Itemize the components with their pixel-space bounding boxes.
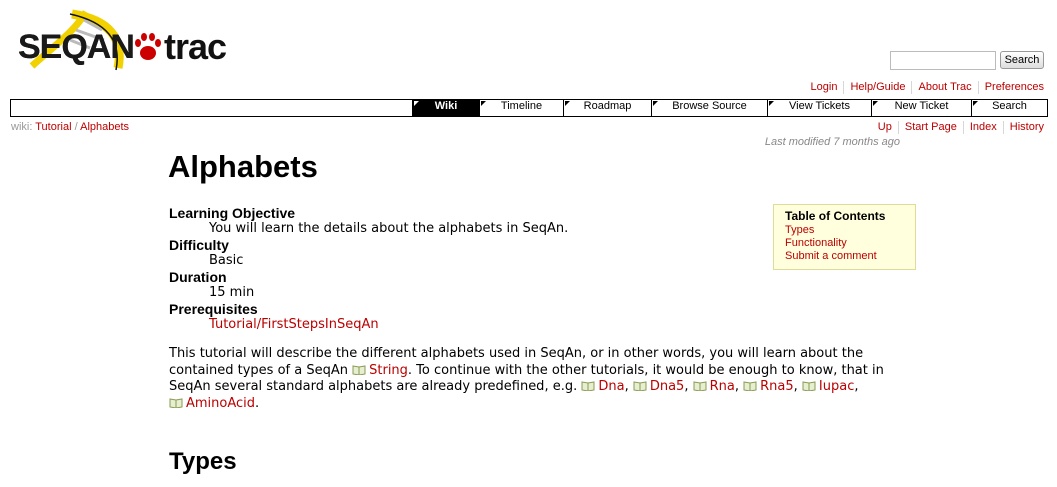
logo-trac-text: trac xyxy=(164,26,227,67)
book-icon xyxy=(633,381,647,391)
book-icon xyxy=(802,381,816,391)
string-doc-link-label: String xyxy=(369,362,408,378)
book-icon xyxy=(743,381,757,391)
term-learning-objective: Learning Objective xyxy=(169,205,296,221)
breadcrumb-prefix: wiki: xyxy=(11,121,33,133)
seqan-trac-logo[interactable]: SEQAN trac xyxy=(14,8,228,76)
context-nav: Up Start Page Index History xyxy=(872,121,1044,134)
desc-duration: 15 min xyxy=(209,285,255,300)
book-icon xyxy=(352,364,366,375)
rna5-doc-link[interactable]: Rna5 xyxy=(743,379,794,394)
intro-paragraph: This tutorial will describe the differen… xyxy=(169,346,904,412)
aminoacid-doc-link[interactable]: AminoAcid xyxy=(169,396,255,411)
login-link[interactable]: Login xyxy=(805,81,844,94)
rna5-doc-link-label: Rna5 xyxy=(760,379,794,394)
term-difficulty: Difficulty xyxy=(169,237,229,253)
rna-doc-link[interactable]: Rna xyxy=(693,379,735,394)
help-guide-link[interactable]: Help/Guide xyxy=(843,81,911,94)
toc-item-types[interactable]: Types xyxy=(785,224,915,237)
page-title: Alphabets xyxy=(168,149,318,184)
index-link[interactable]: Index xyxy=(962,121,1003,134)
iupac-doc-link-label: Iupac xyxy=(818,379,855,394)
breadcrumb: wiki: Tutorial / Alphabets xyxy=(11,121,129,133)
dna-doc-link[interactable]: Dna xyxy=(581,379,625,394)
start-page-link[interactable]: Start Page xyxy=(897,121,963,134)
book-icon xyxy=(169,397,183,408)
book-icon xyxy=(693,381,707,391)
list-separator: , xyxy=(854,379,859,394)
tab-browse-source[interactable]: Browse Source xyxy=(651,100,767,116)
tab-wiki[interactable]: Wiki xyxy=(412,100,479,116)
string-doc-link[interactable]: String xyxy=(352,363,408,378)
last-modified: Last modified 7 months ago xyxy=(764,136,900,148)
main-nav: Wiki Timeline Roadmap Browse Source View… xyxy=(10,99,1048,117)
search-input[interactable] xyxy=(890,51,996,70)
iupac-doc-link[interactable]: Iupac xyxy=(802,379,854,394)
list-separator: , xyxy=(624,379,633,394)
prerequisite-link[interactable]: Tutorial/FirstStepsInSeqAn xyxy=(209,317,379,332)
toc-title: Table of Contents xyxy=(785,209,886,223)
objective-list: Learning Objective You will learn the de… xyxy=(169,205,568,333)
desc-difficulty: Basic xyxy=(209,253,244,268)
table-of-contents: Table of Contents Types Functionality Su… xyxy=(773,204,916,270)
intro-end: . xyxy=(255,395,260,411)
toc-item-submit-comment[interactable]: Submit a comment xyxy=(785,250,915,263)
breadcrumb-separator: / xyxy=(74,121,78,133)
preferences-link[interactable]: Preferences xyxy=(977,81,1044,94)
breadcrumb-tutorial-link[interactable]: Tutorial xyxy=(35,121,71,133)
about-trac-link[interactable]: About Trac xyxy=(911,81,977,94)
list-separator: , xyxy=(793,379,802,394)
dna5-doc-link[interactable]: Dna5 xyxy=(633,379,685,394)
dna-doc-link-label: Dna xyxy=(598,379,625,394)
list-separator: , xyxy=(684,379,693,394)
desc-learning-objective: You will learn the details about the alp… xyxy=(209,221,569,236)
tab-view-tickets[interactable]: View Tickets xyxy=(767,100,871,116)
term-prerequisites: Prerequisites xyxy=(169,301,258,317)
history-link[interactable]: History xyxy=(1002,121,1044,134)
meta-nav: Login Help/Guide About Trac Preferences xyxy=(805,81,1044,94)
tab-roadmap[interactable]: Roadmap xyxy=(563,100,651,116)
book-icon xyxy=(581,381,595,391)
aminoacid-doc-link-label: AminoAcid xyxy=(186,395,256,411)
breadcrumb-alphabets-link[interactable]: Alphabets xyxy=(80,121,129,133)
tab-timeline[interactable]: Timeline xyxy=(479,100,563,116)
list-separator: , xyxy=(734,379,744,394)
tab-search[interactable]: Search xyxy=(971,100,1047,116)
tab-new-ticket[interactable]: New Ticket xyxy=(871,100,971,116)
logo-seqan-text: SEQAN xyxy=(18,28,135,66)
up-link[interactable]: Up xyxy=(872,121,898,134)
dna5-doc-link-label: Dna5 xyxy=(649,379,685,394)
section-heading-types: Types xyxy=(169,448,237,475)
term-duration: Duration xyxy=(169,269,227,285)
toc-item-functionality[interactable]: Functionality xyxy=(785,237,915,250)
paw-icon xyxy=(135,33,161,60)
desc-prerequisites: Tutorial/FirstStepsInSeqAn xyxy=(209,317,568,333)
search-button[interactable]: Search xyxy=(1000,51,1044,69)
rna-doc-link-label: Rna xyxy=(709,379,735,394)
